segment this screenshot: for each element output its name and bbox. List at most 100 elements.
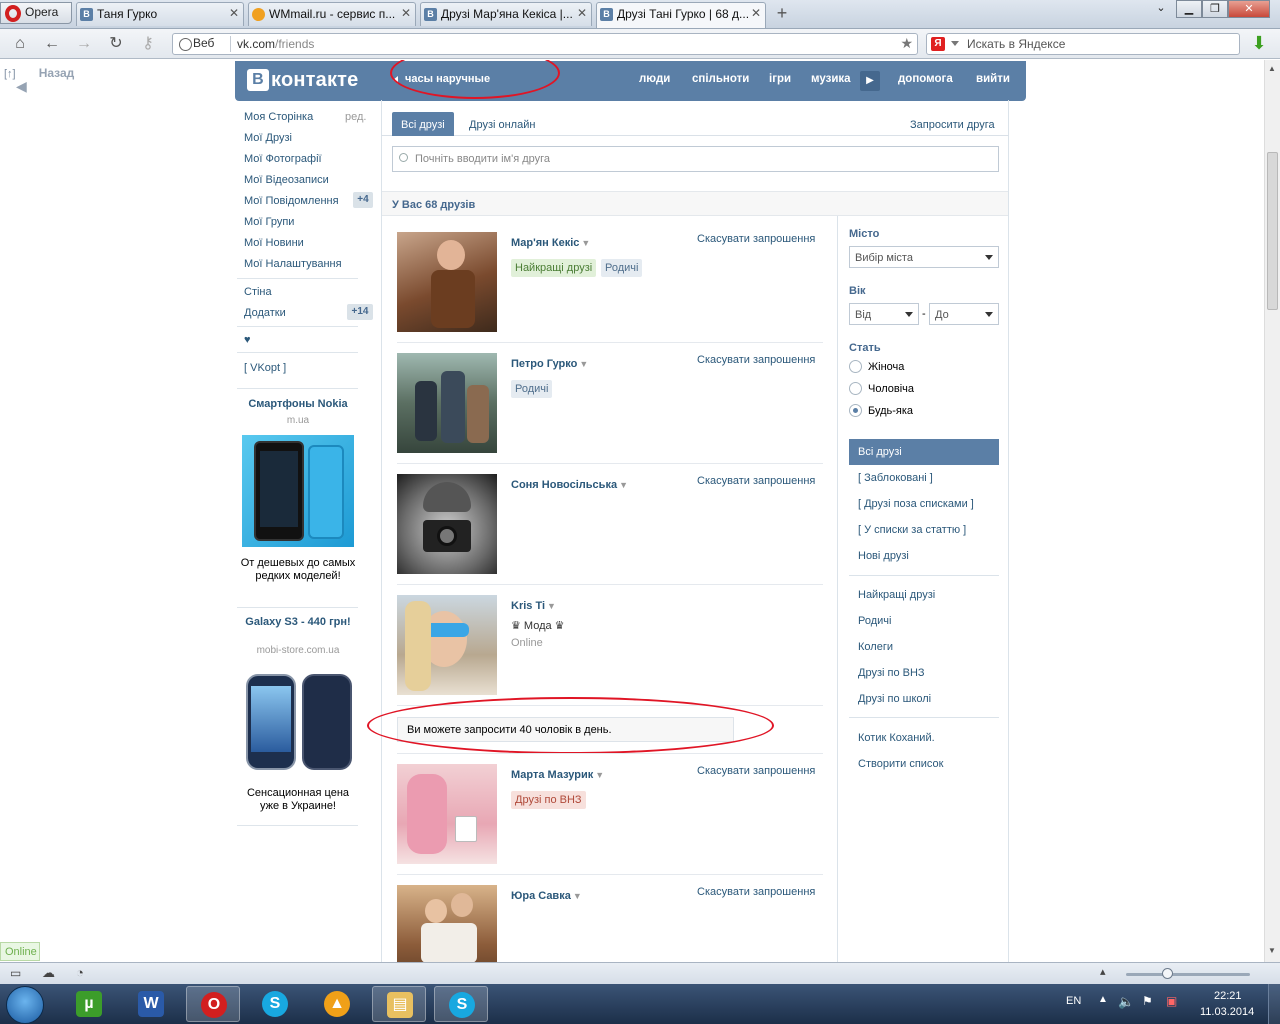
friend-list-tag[interactable]: Родичі (511, 380, 553, 398)
taskbar-utorrent[interactable]: µ (62, 986, 116, 1022)
scroll-down-icon[interactable]: ▼ (1268, 946, 1276, 955)
cancel-request-link[interactable]: Скасувати запрошення (697, 475, 815, 487)
friend-name-link[interactable]: Kris Ti ▼ (511, 600, 556, 612)
tab-list-icon[interactable]: ⌄ (1148, 0, 1174, 18)
menu-my-settings[interactable]: Мої Налаштування (244, 258, 342, 270)
menu-edit-link[interactable]: ред. (345, 111, 366, 123)
tab-close-icon[interactable]: ✕ (577, 6, 587, 20)
list-new-friends[interactable]: Нові друзі (858, 550, 909, 562)
new-tab-button[interactable]: + (770, 3, 794, 23)
menu-wall[interactable]: Стіна (244, 286, 272, 298)
list-best-friends[interactable]: Найкращі друзі (858, 589, 935, 601)
friend-menu-arrow-icon[interactable]: ▼ (581, 238, 590, 248)
taskbar-explorer[interactable]: ▤ (372, 986, 426, 1022)
menu-my-photos[interactable]: Мої Фотографії (244, 153, 322, 165)
menu-my-news[interactable]: Мої Новини (244, 237, 304, 249)
friend-name-link[interactable]: Соня Новосільська ▼ (511, 479, 628, 491)
friend-search-input[interactable]: Почніть вводити ім'я друга (392, 146, 999, 172)
friend-list-tag[interactable]: Родичі (601, 259, 643, 277)
panel-toggle-icon[interactable]: ▭ (10, 966, 21, 980)
age-to-select[interactable]: До (929, 303, 999, 325)
reload-icon[interactable]: ↻ (106, 35, 126, 53)
bookmark-star-icon[interactable]: ★ (900, 35, 913, 52)
tab-all-friends[interactable]: Всі друзі (392, 112, 454, 136)
list-blocked[interactable]: [ Заблоковані ] (858, 472, 933, 484)
tab-friends-online[interactable]: Друзі онлайн (469, 119, 535, 131)
nav-games[interactable]: ігри (769, 73, 791, 85)
sex-female-label[interactable]: Жіноча (868, 361, 904, 373)
friend-menu-arrow-icon[interactable]: ▼ (579, 359, 588, 369)
scroll-up-icon[interactable]: ▲ (1268, 64, 1276, 73)
menu-my-friends[interactable]: Мої Друзі (244, 132, 292, 144)
ad-title[interactable]: Смартфоны Nokia (238, 398, 358, 411)
heart-icon[interactable]: ♥ (244, 334, 251, 346)
view-icon[interactable]: ▴ (1100, 965, 1106, 978)
web-mode-badge[interactable]: Веб (177, 36, 231, 52)
clock-time[interactable]: 22:21 (1214, 990, 1242, 1002)
list-custom[interactable]: Котик Коханий. (858, 732, 935, 744)
friend-list-tag[interactable]: Друзі по ВНЗ (511, 791, 586, 809)
tab-close-icon[interactable]: ✕ (401, 6, 411, 20)
music-play-icon[interactable]: ▶ (860, 71, 880, 91)
friend-photo[interactable] (397, 885, 497, 962)
menu-apps[interactable]: Додатки (244, 307, 286, 319)
browser-tab-active[interactable]: В Друзі Тані Гурко | 68 д... ✕ (596, 2, 766, 28)
zoom-slider-track[interactable] (1126, 973, 1250, 976)
taskbar-opera[interactable]: O (186, 986, 240, 1022)
menu-my-page[interactable]: Моя Сторінка (244, 111, 313, 123)
friend-photo[interactable] (397, 474, 497, 574)
invite-friend-link[interactable]: Запросити друга (910, 119, 995, 131)
list-colleagues[interactable]: Колеги (858, 641, 893, 653)
nav-people[interactable]: люди (639, 73, 670, 85)
list-relatives[interactable]: Родичі (858, 615, 891, 627)
menu-my-videos[interactable]: Мої Відеозаписи (244, 174, 329, 186)
action-center-icon[interactable]: ⚑ (1142, 994, 1153, 1008)
city-select[interactable]: Вибір міста (849, 246, 999, 268)
friend-photo[interactable] (397, 764, 497, 864)
network-icon[interactable]: ▣ (1166, 994, 1177, 1008)
menu-vkopt[interactable]: [ VKopt ] (244, 362, 286, 374)
ad-text[interactable]: От дешевых до самых редких моделей! (238, 557, 358, 583)
address-bar[interactable]: Веб vk.com/friends ★ (172, 33, 918, 55)
friend-photo[interactable] (397, 232, 497, 332)
nav-music[interactable]: музика (811, 73, 851, 85)
ad-title[interactable]: Galaxy S3 - 440 грн! (238, 616, 358, 629)
friend-name-link[interactable]: Петро Гурко ▼ (511, 358, 588, 370)
friend-menu-arrow-icon[interactable]: ▼ (595, 770, 604, 780)
age-from-select[interactable]: Від (849, 303, 919, 325)
list-school-friends[interactable]: Друзі по школі (858, 693, 931, 705)
tab-close-icon[interactable]: ✕ (751, 6, 761, 20)
friend-menu-arrow-icon[interactable]: ▼ (573, 891, 582, 901)
list-outside-lists[interactable]: [ Друзі поза списками ] (858, 498, 974, 510)
friend-name-link[interactable]: Марта Мазурик ▼ (511, 769, 604, 781)
menu-my-groups[interactable]: Мої Групи (244, 216, 294, 228)
taskbar-aimp[interactable]: ▲ (310, 986, 364, 1022)
download-icon[interactable]: ⬇ (1250, 34, 1268, 52)
home-icon[interactable]: ⌂ (10, 35, 30, 53)
list-all-friends-selected[interactable]: Всі друзі (849, 439, 999, 465)
start-button[interactable] (6, 986, 44, 1024)
vk-logo[interactable]: Вконтакте (247, 69, 359, 93)
forward-icon[interactable]: → (74, 35, 94, 53)
close-window-button[interactable]: ✕ (1228, 0, 1270, 18)
show-desktop-button[interactable] (1268, 984, 1280, 1024)
messages-count-badge[interactable]: +4 (353, 192, 373, 208)
sex-male-radio[interactable] (849, 382, 862, 395)
apps-count-badge[interactable]: +14 (347, 304, 373, 320)
taskbar-skype-2[interactable]: S (434, 986, 488, 1022)
friend-menu-arrow-icon[interactable]: ▼ (547, 601, 556, 611)
tab-close-icon[interactable]: ✕ (229, 6, 239, 20)
friend-menu-arrow-icon[interactable]: ▼ (619, 480, 628, 490)
menu-my-messages[interactable]: Мої Повідомлення (244, 195, 339, 207)
turbo-icon[interactable]: ◔ (76, 965, 84, 980)
tray-expand-icon[interactable]: ▲ (1098, 994, 1108, 1005)
cancel-request-link[interactable]: Скасувати запрошення (697, 886, 815, 898)
search-field[interactable]: Я Искать в Яндексе (926, 33, 1240, 55)
friend-list-tag[interactable]: Найкращі друзі (511, 259, 597, 277)
back-icon[interactable]: ← (42, 35, 62, 53)
clock-date[interactable]: 11.03.2014 (1200, 1006, 1254, 1018)
cancel-request-link[interactable]: Скасувати запрошення (697, 233, 815, 245)
page-scrollbar[interactable]: ▲ ▼ (1264, 60, 1280, 962)
scrollbar-thumb[interactable] (1267, 152, 1278, 310)
url-text[interactable]: vk.com/friends (237, 37, 314, 51)
